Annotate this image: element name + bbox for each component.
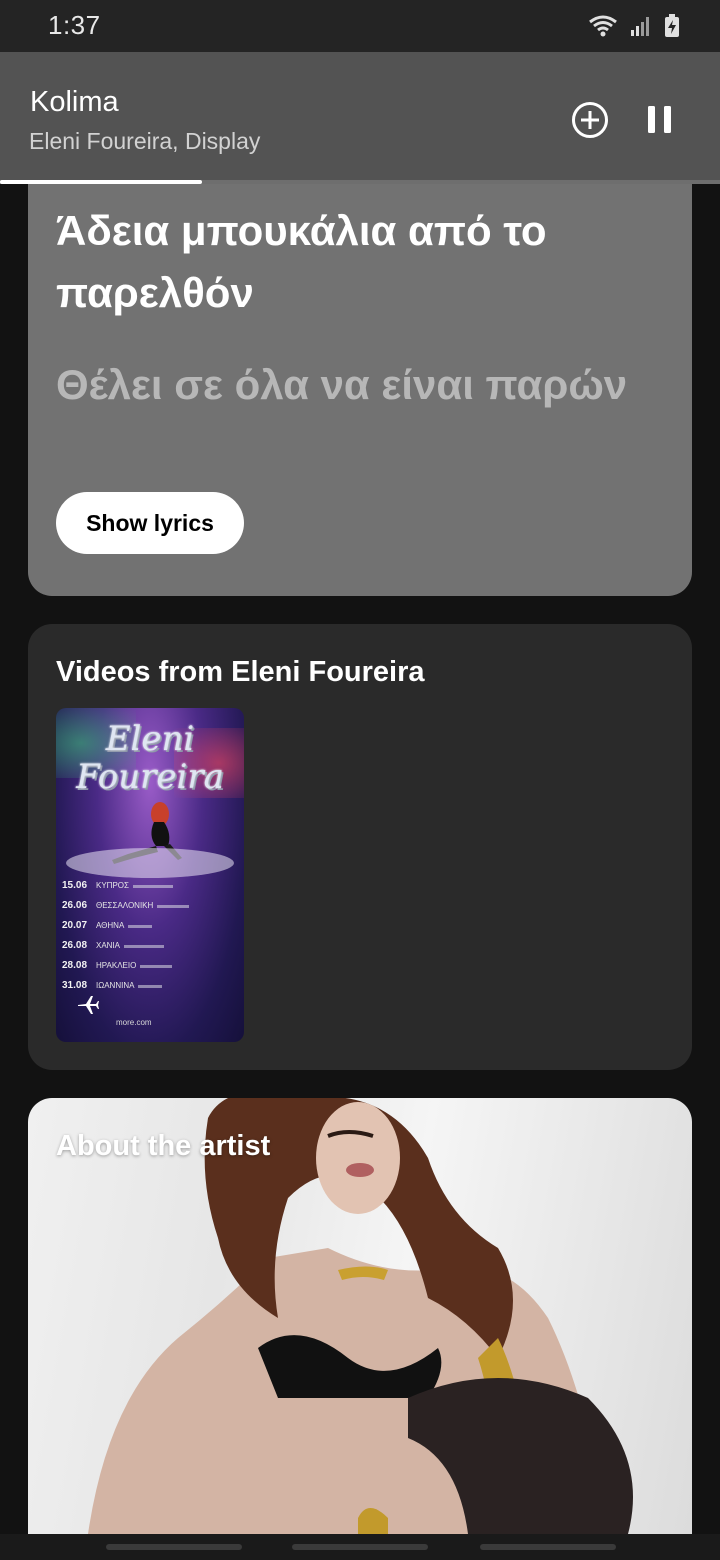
mini-player[interactable]: Kolima Eleni Foureira, Display [0, 52, 720, 184]
tour-date: 31.08 [62, 980, 88, 991]
nav-pill-recents[interactable] [480, 1544, 616, 1550]
lyric-line-next: Θέλει σε όλα να είναι παρών [56, 361, 628, 408]
battery-charging-icon [665, 14, 679, 37]
tour-date-row: 20.07 ΑΘΗΝΑ [62, 920, 240, 940]
tour-dates-list: 15.06 ΚΥΠΡΟΣ 26.06 ΘΕΣΣΑΛΟΝΙΚΗ 20.07 ΑΘΗΝΑ 26.… [62, 880, 240, 1000]
track-title[interactable]: Kolima [30, 86, 119, 119]
thumbnail-logo: Eleni Foureira [76, 719, 224, 797]
wifi-icon [589, 15, 617, 37]
status-time: 1:37 [48, 10, 101, 40]
tour-detail-text [128, 925, 153, 928]
airplane-icon [78, 996, 99, 1014]
tour-city: ΧΑΝΙΑ [96, 941, 121, 950]
tour-city: ΚΥΠΡΟΣ [96, 881, 129, 890]
pause-icon[interactable] [640, 100, 680, 140]
thumbnail-site: more.com [116, 1018, 152, 1027]
tour-city: ΙΩΑΝΝΙΝΑ [96, 981, 135, 990]
nav-pill-back[interactable] [106, 1544, 242, 1550]
tour-date: 26.06 [62, 900, 88, 911]
tour-city: ΘΕΣΣΑΛΟΝΙΚΗ [96, 901, 154, 910]
tour-detail-text [124, 945, 165, 948]
videos-card: Videos from Eleni Foureira Eleni Foureir… [28, 624, 692, 1070]
nav-pill-home[interactable] [292, 1544, 428, 1550]
tour-detail-text [140, 965, 173, 968]
about-artist-card[interactable]: About the artist [28, 1098, 692, 1534]
tour-detail-text [132, 885, 173, 888]
lyric-line-current: Άδεια μπουκάλια από το παρελθόν [56, 207, 547, 316]
lyrics-card[interactable]: Άδεια μπουκάλια από το παρελθόν Θέλει σε… [28, 184, 692, 596]
tour-date-row: 26.06 ΘΕΣΣΑΛΟΝΙΚΗ [62, 900, 240, 920]
artist-photo [88, 1098, 633, 1534]
lyrics-fade-overlay [28, 414, 692, 484]
about-section-title: About the artist [56, 1130, 271, 1162]
show-lyrics-button[interactable]: Show lyrics [56, 492, 244, 554]
tour-detail-text [138, 985, 163, 988]
video-thumbnail[interactable]: Eleni Foureira 15.06 ΚΥΠΡΟΣ 26.06 ΘΕΣΣΑΛΟΝΙ… [56, 708, 244, 1042]
tour-city: ΑΘΗΝΑ [96, 921, 125, 930]
tour-date: 26.08 [62, 940, 88, 951]
signal-icon [631, 17, 649, 36]
tour-date: 15.06 [62, 880, 88, 891]
tour-date-row: 15.06 ΚΥΠΡΟΣ [62, 880, 240, 900]
tour-date: 20.07 [62, 920, 88, 931]
videos-section-title: Videos from Eleni Foureira [56, 656, 425, 688]
system-nav-bar [0, 1534, 720, 1560]
status-bar: 1:37 [0, 0, 720, 52]
tour-date-row: 26.08 ΧΑΝΙΑ [62, 940, 240, 960]
thumbnail-cloud [66, 848, 234, 878]
plus-circle-icon[interactable] [570, 100, 610, 140]
tour-city: ΗΡΑΚΛΕΙΟ [96, 961, 137, 970]
track-artist[interactable]: Eleni Foureira, Display [29, 128, 260, 155]
tour-date: 28.08 [62, 960, 88, 971]
tour-date-row: 28.08 ΗΡΑΚΛΕΙΟ [62, 960, 240, 980]
status-icons [588, 14, 680, 38]
tour-detail-text [157, 905, 190, 908]
